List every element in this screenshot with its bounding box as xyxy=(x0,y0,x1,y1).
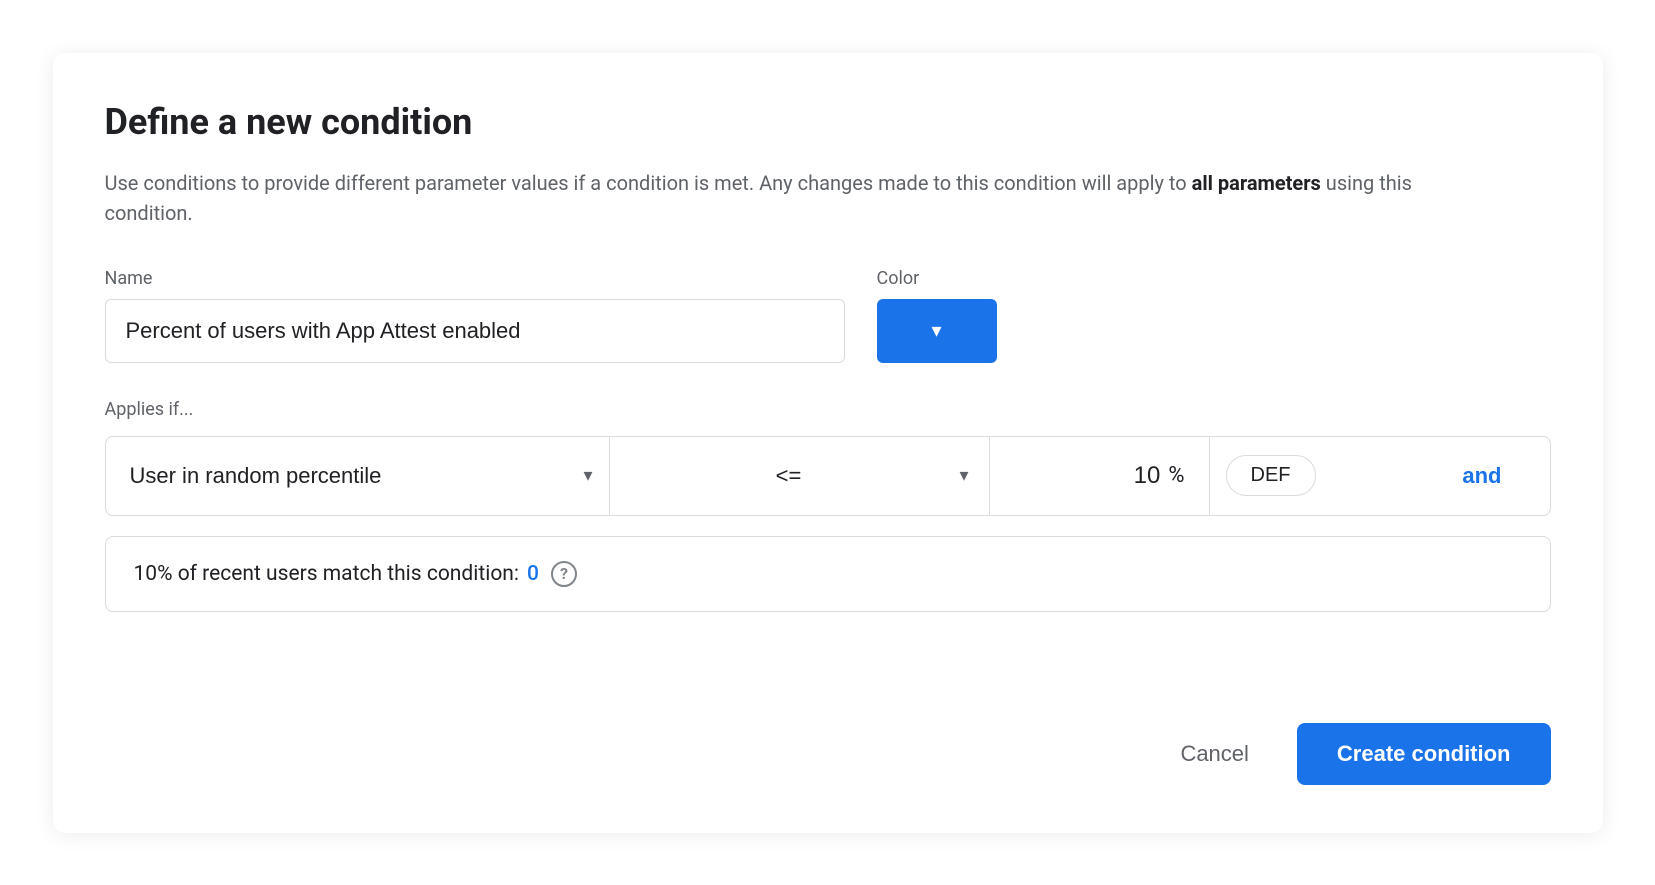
def-button[interactable]: DEF xyxy=(1226,455,1316,496)
match-info-text-prefix: 10% of recent users match this condition… xyxy=(134,562,519,586)
chevron-down-icon: ▾ xyxy=(931,318,941,343)
cancel-button[interactable]: Cancel xyxy=(1156,725,1272,783)
match-count: 0 xyxy=(527,562,539,586)
color-picker-button[interactable]: ▾ xyxy=(877,299,997,363)
and-button[interactable]: and xyxy=(1316,463,1526,489)
operator-chevron-icon: ▾ xyxy=(959,465,968,486)
percentile-value-input[interactable] xyxy=(1080,462,1160,490)
description-text-part1: Use conditions to provide different para… xyxy=(105,171,1192,195)
condition-type-select[interactable]: User in random percentile xyxy=(130,463,580,488)
color-group: Color ▾ xyxy=(877,268,1077,363)
name-label: Name xyxy=(105,268,845,289)
percent-sign: % xyxy=(1168,463,1184,488)
name-group: Name xyxy=(105,268,845,363)
condition-type-group: User in random percentile ▾ xyxy=(130,437,610,515)
create-condition-button[interactable]: Create condition xyxy=(1297,723,1551,785)
operator-group: <= < = > >= ▾ xyxy=(610,437,990,515)
dialog-description: Use conditions to provide different para… xyxy=(105,168,1455,228)
color-label: Color xyxy=(877,268,1077,289)
dialog-footer: Cancel Create condition xyxy=(105,691,1551,785)
condition-name-input[interactable] xyxy=(105,299,845,363)
applies-if-label: Applies if... xyxy=(105,399,1551,420)
value-group: % xyxy=(990,437,1210,515)
form-name-color-row: Name Color ▾ xyxy=(105,268,1551,363)
operator-select[interactable]: <= < = > >= xyxy=(630,463,956,488)
description-bold: all parameters xyxy=(1192,171,1321,195)
match-info-box: 10% of recent users match this condition… xyxy=(105,536,1551,612)
condition-row: User in random percentile ▾ <= < = > >= … xyxy=(105,436,1551,516)
dialog-title: Define a new condition xyxy=(105,101,1551,144)
condition-type-chevron-icon: ▾ xyxy=(583,465,592,486)
help-icon[interactable]: ? xyxy=(551,561,577,587)
define-condition-dialog: Define a new condition Use conditions to… xyxy=(53,53,1603,833)
